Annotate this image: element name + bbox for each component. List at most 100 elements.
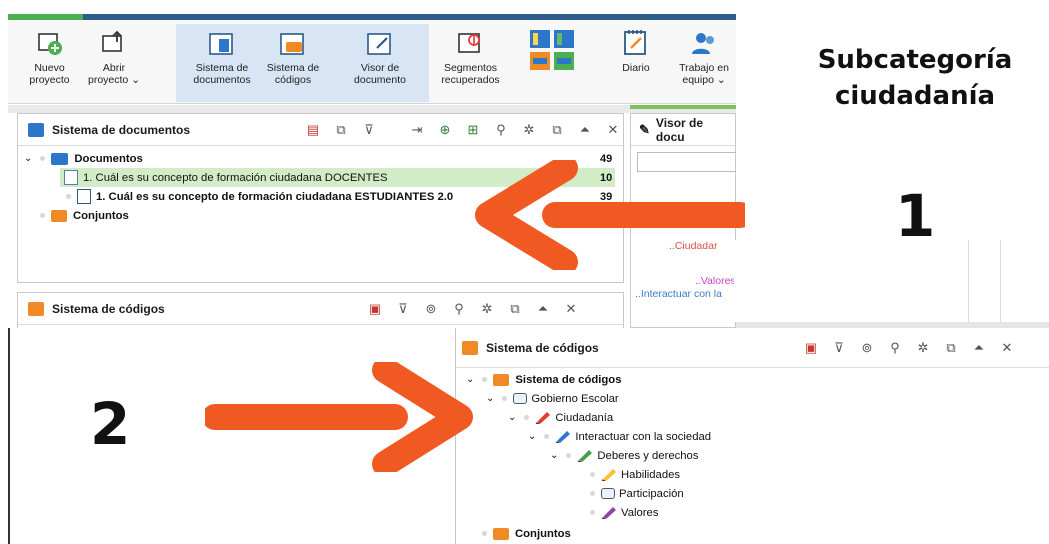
document-panel-toolbar: ▤ ⧉ ⊽ ⇥ ⊕ ⊞ ⚲ ✲ ⧉ ⏶ ✕ xyxy=(306,114,620,146)
tree-row-code-system[interactable]: ⌄ Sistema de códigos xyxy=(466,370,622,389)
blue-code-icon xyxy=(556,431,571,443)
tree-label: Conjuntos xyxy=(515,527,571,540)
tree-row-code-ciudadania[interactable]: ⌄ Ciudadanía xyxy=(508,408,613,427)
heading-line-1: Subcategoría xyxy=(817,45,1013,75)
gear-icon[interactable]: ✲ xyxy=(480,301,494,317)
tree-row-code-gobierno[interactable]: ⌄ Gobierno Escolar xyxy=(486,389,619,408)
teamwork-icon xyxy=(692,33,714,54)
divider-line xyxy=(1000,240,1001,322)
close-icon[interactable]: ✕ xyxy=(606,122,620,138)
teamwork-button[interactable]: Trabajo en equipo ⌄ xyxy=(672,24,736,102)
panel-separator xyxy=(8,105,736,113)
tree-row-code-interactuar[interactable]: ⌄ Interactuar con la sociedad xyxy=(528,427,711,446)
document-system-icon xyxy=(28,122,44,137)
filter-icon[interactable]: ⊽ xyxy=(362,122,376,138)
status-dot xyxy=(590,472,595,477)
code-system-icon xyxy=(28,301,44,316)
left-edge-line xyxy=(8,328,10,544)
new-code-icon[interactable]: ▣ xyxy=(368,301,382,317)
code-system-panel-top: Sistema de códigos ▣ ⊽ ⊚ ⚲ ✲ ⧉ ⏶ ✕ xyxy=(17,292,624,328)
status-dot xyxy=(482,531,487,536)
layout-grid-icon xyxy=(530,30,574,70)
step-number-2: 2 xyxy=(90,390,131,458)
status-dot xyxy=(590,510,595,515)
chevron-down-icon[interactable]: ⌄ xyxy=(486,393,494,404)
yellow-code-icon xyxy=(601,469,616,481)
filter-icon[interactable]: ⊽ xyxy=(832,340,846,356)
chevron-down-icon[interactable]: ⌄ xyxy=(508,412,516,423)
red-code-icon xyxy=(536,412,551,424)
import-documents-icon[interactable]: ▤ xyxy=(306,122,320,138)
document-label: 1. Cuál es su concepto de formación ciud… xyxy=(83,171,388,184)
tree-row-sets[interactable]: Conjuntos xyxy=(482,524,571,543)
retrieved-segments-icon xyxy=(457,33,480,53)
step-number-1: 1 xyxy=(895,182,936,250)
search-icon[interactable]: ⚲ xyxy=(494,122,508,138)
sets-icon xyxy=(493,527,509,540)
copy-icon[interactable]: ⧉ xyxy=(334,122,348,138)
close-icon[interactable]: ✕ xyxy=(1000,340,1014,356)
search-icon[interactable]: ⚲ xyxy=(888,340,902,356)
ribbon-toolbar: Nuevo proyecto Abrir proyecto ⌄ Sistema de… xyxy=(8,20,736,104)
code-settings-icon[interactable]: ⊚ xyxy=(424,301,438,317)
code-label: Participación xyxy=(619,487,684,500)
new-project-button[interactable]: Nuevo proyecto xyxy=(22,24,77,102)
gear-icon[interactable]: ✲ xyxy=(522,122,536,138)
new-document-icon[interactable]: ⊕ xyxy=(438,122,452,138)
import-arrow-icon[interactable]: ⇥ xyxy=(410,122,424,138)
collapse-icon[interactable]: ⏶ xyxy=(972,340,986,356)
tree-row-sets[interactable]: Conjuntos xyxy=(40,206,129,225)
document-system-icon xyxy=(209,33,233,55)
text-document-icon xyxy=(64,170,78,185)
search-icon[interactable]: ⚲ xyxy=(452,301,466,317)
undock-icon[interactable]: ⧉ xyxy=(550,122,564,138)
chevron-down-icon[interactable]: ⌄ xyxy=(528,431,536,442)
code-system-icon xyxy=(493,373,510,386)
new-folder-icon[interactable]: ⊞ xyxy=(466,122,480,138)
open-project-button[interactable]: Abrir proyecto ⌄ xyxy=(84,24,144,102)
panel-title: Sistema de códigos xyxy=(52,301,165,316)
logbook-button[interactable]: Diario xyxy=(616,24,656,102)
retrieved-segments-button[interactable]: Segmentos recuperados xyxy=(433,24,508,102)
code-icon xyxy=(601,488,615,499)
status-dot xyxy=(544,434,550,439)
chevron-down-icon[interactable]: ⌄ xyxy=(550,450,558,461)
document-system-button[interactable]: Sistema de documentos xyxy=(186,24,258,102)
arrow-right-icon xyxy=(205,362,473,472)
panel-title: Sistema de documentos xyxy=(52,122,191,137)
code-label: Gobierno Escolar xyxy=(531,392,619,405)
divider-line xyxy=(968,240,969,322)
tree-row-code-participacion[interactable]: Participación xyxy=(590,484,684,503)
logbook-icon xyxy=(624,30,646,55)
status-dot xyxy=(40,213,45,218)
code-system-button[interactable]: Sistema de códigos xyxy=(262,24,324,102)
new-code-icon[interactable]: ▣ xyxy=(804,340,818,356)
gear-icon[interactable]: ✲ xyxy=(916,340,930,356)
status-dot xyxy=(590,491,595,496)
close-icon[interactable]: ✕ xyxy=(564,301,578,317)
tree-row-code-valores[interactable]: Valores xyxy=(590,503,658,522)
panel-title: Sistema de códigos xyxy=(486,340,599,355)
document-browser-button[interactable]: Visor de documento xyxy=(346,24,414,102)
filter-icon[interactable]: ⊽ xyxy=(396,301,410,317)
status-dot xyxy=(502,396,508,401)
chevron-down-icon[interactable]: ⌄ xyxy=(24,153,32,164)
arrow-left-icon xyxy=(475,160,745,270)
coded-segment-snippet: ..Valores xyxy=(695,275,736,287)
code-settings-icon[interactable]: ⊚ xyxy=(860,340,874,356)
status-dot xyxy=(66,194,71,199)
tree-row-code-habilidades[interactable]: Habilidades xyxy=(590,465,680,484)
layout-grid-button[interactable] xyxy=(524,24,582,102)
tree-label: Sistema de códigos xyxy=(515,373,622,386)
panel-title: Visor de docu xyxy=(655,115,704,144)
collapse-icon[interactable]: ⏶ xyxy=(578,122,592,138)
collapse-icon[interactable]: ⏶ xyxy=(536,301,550,317)
viewer-tab-accent xyxy=(630,105,736,109)
document-browser-icon xyxy=(367,33,391,55)
tree-row-code-deberes[interactable]: ⌄ Deberes y derechos xyxy=(550,446,699,465)
edit-document-icon xyxy=(77,189,91,204)
undock-icon[interactable]: ⧉ xyxy=(944,340,958,356)
status-dot xyxy=(482,377,488,382)
document-browser-header: ✎ Visor de docu xyxy=(631,114,735,146)
undock-icon[interactable]: ⧉ xyxy=(508,301,522,317)
